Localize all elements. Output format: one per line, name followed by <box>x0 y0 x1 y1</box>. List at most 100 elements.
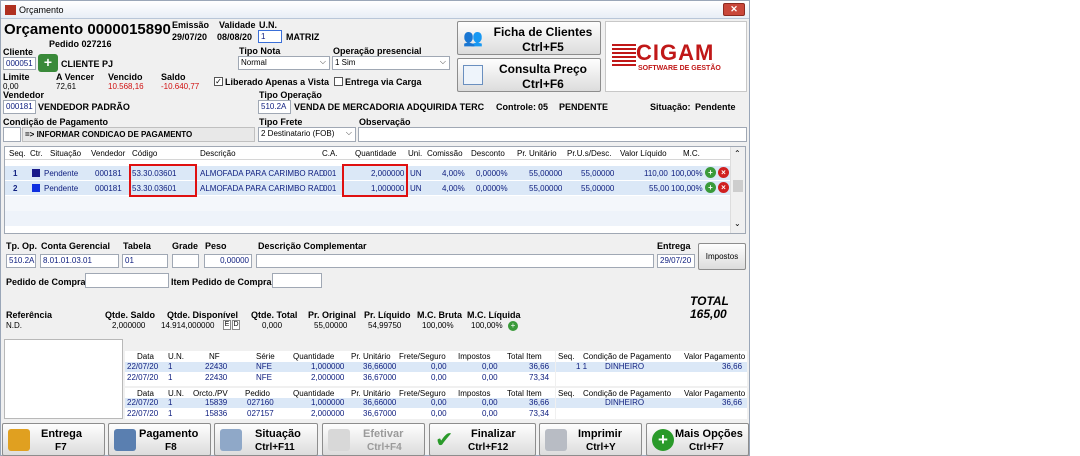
tipo-nota-select[interactable]: Normal ⌵ <box>238 56 330 70</box>
tipo-frete-value: 2 Destinatario (FOB) <box>261 129 335 138</box>
operacao-presencial-label: Operação presencial <box>333 46 422 56</box>
finalizar-button[interactable]: ✔ Finalizar Ctrl+F12 <box>429 423 536 456</box>
cell: 2,000000 <box>311 409 345 418</box>
chevron-down-icon[interactable]: ⌄ <box>734 219 741 228</box>
cell: DINHEIRO <box>605 362 645 371</box>
pagamento-button-label: Pagamento <box>139 428 199 440</box>
empty-row <box>5 196 731 211</box>
pr-liquido-label: Pr. Líquido <box>364 310 411 320</box>
tp-op-input[interactable]: 510.2A <box>6 254 36 268</box>
table-row[interactable]: 22/07/20 1 15836 027157 2,000000 36,6700… <box>125 409 555 419</box>
items-grid: Seq. Ctr. Situação Vendedor Código Descr… <box>4 146 746 234</box>
un-input[interactable]: 1 <box>258 30 282 43</box>
grade-input[interactable] <box>172 254 199 268</box>
cell: 22/07/20 <box>127 409 159 418</box>
pagamento-button[interactable]: Pagamento F8 <box>108 423 211 456</box>
vendedor-label: Vendedor <box>3 90 45 100</box>
close-button[interactable]: ✕ <box>723 3 745 16</box>
observacao-label: Observação <box>359 117 411 127</box>
qtde-disp-label: Qtde. Disponível <box>167 310 239 320</box>
table-row[interactable]: 1 1 DINHEIRO 36,66 <box>556 362 747 372</box>
impostos-button[interactable]: Impostos <box>698 243 746 270</box>
tipo-frete-label: Tipo Frete <box>259 117 303 127</box>
grid-header: Seq. Ctr. Situação Vendedor Código Descr… <box>5 147 731 160</box>
cell: 0,00 <box>482 409 498 418</box>
col-seq: Seq. <box>9 149 26 158</box>
entrega-input[interactable]: 29/07/20 <box>657 254 695 268</box>
peso-input[interactable]: 0,00000 <box>204 254 252 268</box>
cell-uni: UN <box>410 169 422 178</box>
tipo-operacao-label: Tipo Operação <box>259 90 322 100</box>
condicao-label: Condição de Pagamento <box>3 117 109 127</box>
h1-col-data: Data <box>137 352 154 361</box>
h1-col-impostos: Impostos <box>458 352 491 361</box>
observacao-input[interactable] <box>358 127 747 142</box>
entrega-button-label: Entrega <box>41 428 82 440</box>
desc-comp-input[interactable] <box>256 254 654 268</box>
cell-mc: 100,00% <box>671 169 703 178</box>
controle-status: PENDENTE <box>559 102 609 112</box>
add-icon[interactable]: + <box>508 321 518 331</box>
e-flag[interactable]: E <box>223 320 231 330</box>
mais-opcoes-button[interactable]: + Mais Opções Ctrl+F7 <box>646 423 749 456</box>
scroll-thumb[interactable] <box>733 180 743 192</box>
tabela-input[interactable]: 01 <box>122 254 168 268</box>
cell-ca: 001 <box>323 169 337 178</box>
h1-col-total: Total Item <box>507 352 542 361</box>
grid-scrollbar[interactable]: ⌃ ⌄ <box>730 147 745 233</box>
add-icon[interactable]: + <box>705 167 716 178</box>
product-image-box <box>4 339 123 419</box>
cell-comissao: 4,00% <box>442 169 465 178</box>
window-title: Orçamento <box>19 5 64 15</box>
cell: 0,00 <box>431 373 447 382</box>
cell-situacao: Pendente <box>44 169 79 178</box>
item-pedido-input[interactable] <box>272 273 322 288</box>
entrega-carga-checkbox[interactable] <box>334 77 343 86</box>
cliente-code-input[interactable]: 000051 <box>3 57 36 70</box>
logo-tagline: SOFTWARE DE GESTÃO <box>638 65 721 72</box>
chevron-down-icon: ⌵ <box>345 128 352 137</box>
ficha-clientes-button[interactable]: 👥 Ficha de Clientes Ctrl+F5 <box>457 21 601 55</box>
add-client-icon[interactable]: + <box>38 54 58 72</box>
table-row[interactable]: 22/07/20 1 15839 027160 1,000000 36,6600… <box>125 398 555 408</box>
pedido-compra-input[interactable] <box>85 273 169 288</box>
delete-icon[interactable]: × <box>718 182 729 193</box>
cell: 027157 <box>247 409 274 418</box>
entrega-button[interactable]: Entrega F7 <box>2 423 105 456</box>
logo-brand: CIGAM <box>636 40 715 65</box>
vendedor-code-input[interactable]: 000181 <box>3 100 36 114</box>
condicao-code-input[interactable] <box>3 127 21 142</box>
operacao-presencial-select[interactable]: 1 Sim ⌵ <box>332 56 450 70</box>
cell-mc: 100,00% <box>671 184 703 193</box>
tipo-frete-select[interactable]: 2 Destinatario (FOB) ⌵ <box>258 127 356 142</box>
col-codigo: Código <box>132 149 158 158</box>
table-row[interactable]: DINHEIRO 36,66 <box>556 398 747 408</box>
add-icon[interactable]: + <box>705 182 716 193</box>
consulta-preco-button[interactable]: Consulta Preço Ctrl+F6 <box>457 58 601 92</box>
tipo-operacao-name: VENDA DE MERCADORIA ADQUIRIDA TERC <box>294 102 485 112</box>
imprimir-button[interactable]: Imprimir Ctrl+Y <box>539 423 642 456</box>
table-row[interactable]: 22/07/20 1 22430 NFE 2,000000 36,67000 0… <box>125 373 555 383</box>
entrega-button-shortcut: F7 <box>55 442 67 453</box>
mais-opcoes-button-label: Mais Opções <box>675 428 743 440</box>
table-row[interactable]: 22/07/20 1 22430 NFE 1,000000 36,66000 0… <box>125 362 555 372</box>
tipo-operacao-code-input[interactable]: 510.2A <box>258 100 291 114</box>
delete-icon[interactable]: × <box>718 167 729 178</box>
situacao-button[interactable]: Situação Ctrl+F11 <box>214 423 318 456</box>
h2-col-un: U.N. <box>168 389 184 398</box>
qtde-total-label: Qtde. Total <box>251 310 298 320</box>
col-ctr: Ctr. <box>30 149 43 158</box>
cell: 15836 <box>205 409 228 418</box>
conta-input[interactable]: 8.01.01.03.01 <box>40 254 119 268</box>
situacao-button-label: Situação <box>255 428 301 440</box>
cell-pr-us-desc: 55,00000 <box>581 184 615 193</box>
vencido-label: Vencido <box>108 72 143 82</box>
efetivar-button[interactable]: Efetivar Ctrl+F4 <box>322 423 425 456</box>
liberado-checkbox[interactable]: ✓ <box>214 77 223 86</box>
d-flag[interactable]: D <box>232 320 240 330</box>
chevron-up-icon[interactable]: ⌃ <box>734 149 741 158</box>
ficha-clientes-l1: Ficha de Clientes <box>493 25 593 39</box>
grade-label: Grade <box>172 241 199 251</box>
cell: 73,34 <box>529 373 550 382</box>
cell: 027160 <box>247 398 274 407</box>
